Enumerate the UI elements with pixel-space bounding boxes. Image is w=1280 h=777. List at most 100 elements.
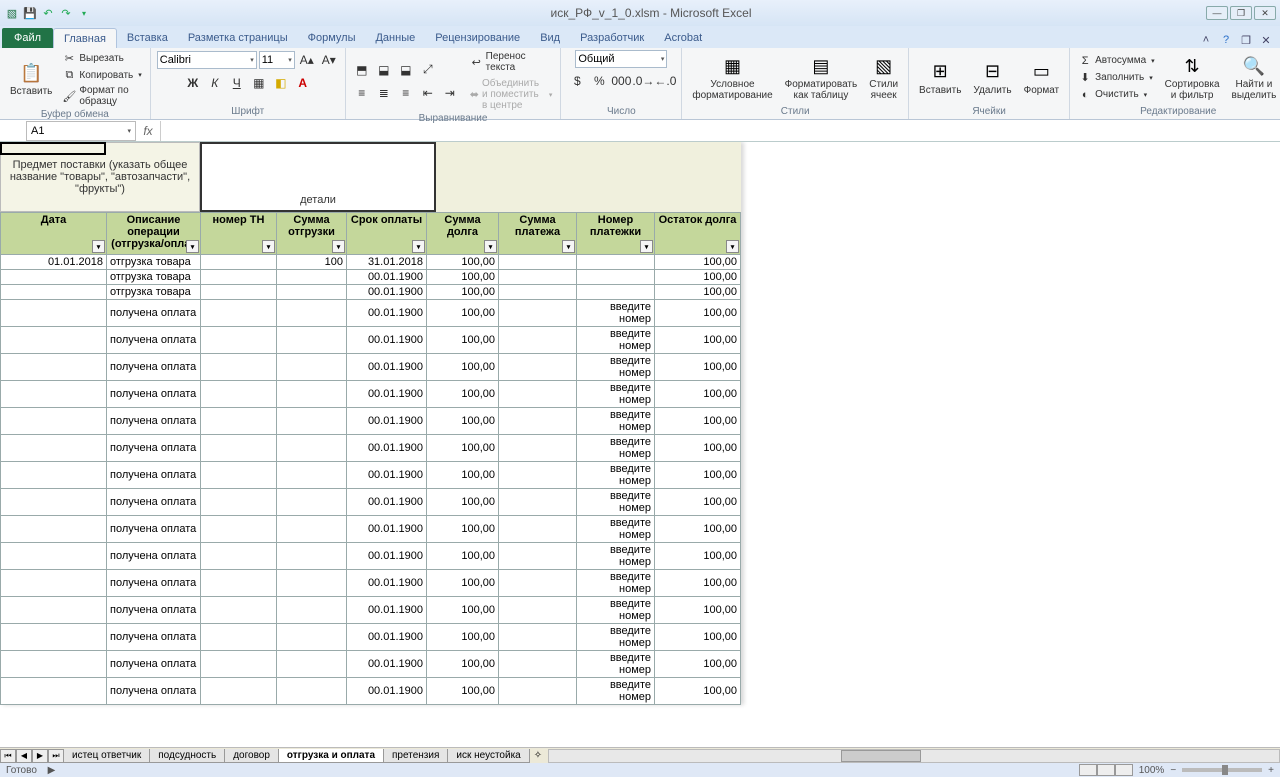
cell[interactable]: получена оплата	[107, 651, 201, 678]
filter-dropdown-icon[interactable]: ▾	[92, 240, 105, 253]
cell[interactable]	[1, 462, 107, 489]
cell[interactable]: 100,00	[655, 543, 741, 570]
copy-button[interactable]: ⧉Копировать▾	[60, 67, 143, 83]
merge-center-button[interactable]: ⬌Объединить и поместить в центре▾	[468, 77, 555, 112]
file-tab[interactable]: Файл	[2, 28, 53, 48]
cell[interactable]	[1, 570, 107, 597]
percent-icon[interactable]: %	[589, 71, 609, 91]
cell[interactable]	[499, 651, 577, 678]
maximize-button[interactable]: ❐	[1230, 6, 1252, 20]
cell[interactable]: 100,00	[655, 408, 741, 435]
filter-dropdown-icon[interactable]: ▾	[484, 240, 497, 253]
cell[interactable]: 100,00	[655, 516, 741, 543]
cell[interactable]	[201, 255, 277, 270]
font-name-select[interactable]: Calibri▾	[157, 51, 257, 69]
qat-dropdown-icon[interactable]: ▾	[76, 5, 92, 21]
cell[interactable]: 100,00	[427, 570, 499, 597]
sheet-tab[interactable]: истец ответчик	[63, 749, 150, 763]
cell[interactable]: получена оплата	[107, 624, 201, 651]
cell[interactable]	[201, 354, 277, 381]
cell[interactable]: 100,00	[655, 381, 741, 408]
cell[interactable]	[277, 285, 347, 300]
cell[interactable]	[499, 624, 577, 651]
cell[interactable]	[499, 354, 577, 381]
align-bottom-icon[interactable]: ⬓	[396, 60, 416, 80]
cell[interactable]: получена оплата	[107, 381, 201, 408]
cell[interactable]: 100,00	[427, 624, 499, 651]
name-box[interactable]: A1▾	[26, 121, 136, 141]
ribbon-tab-1[interactable]: Вставка	[117, 28, 178, 48]
cell[interactable]: 100,00	[427, 381, 499, 408]
table-row[interactable]: получена оплата00.01.1900100,00введите н…	[1, 408, 741, 435]
insert-cells-button[interactable]: ⊞Вставить	[915, 58, 965, 98]
cell[interactable]	[201, 678, 277, 705]
align-top-icon[interactable]: ⬒	[352, 60, 372, 80]
cell[interactable]: 00.01.1900	[347, 597, 427, 624]
cell[interactable]	[1, 651, 107, 678]
cell[interactable]	[277, 327, 347, 354]
cell[interactable]	[499, 327, 577, 354]
cell[interactable]	[277, 435, 347, 462]
scroll-thumb[interactable]	[841, 750, 921, 762]
increase-decimal-icon[interactable]: .0→	[633, 71, 653, 91]
cell[interactable]: 100,00	[427, 651, 499, 678]
number-format-select[interactable]: Общий▾	[575, 50, 667, 68]
border-icon[interactable]: ▦	[249, 73, 269, 93]
col-header[interactable]: Сумма долга▾	[427, 213, 499, 255]
cell[interactable]	[1, 354, 107, 381]
cell[interactable]	[201, 543, 277, 570]
cell[interactable]: введите номер	[577, 570, 655, 597]
cell[interactable]: 100,00	[655, 462, 741, 489]
tab-nav-last-icon[interactable]: ⏭	[48, 749, 64, 763]
cell[interactable]: 00.01.1900	[347, 543, 427, 570]
cell[interactable]: 00.01.1900	[347, 435, 427, 462]
cell[interactable]	[277, 489, 347, 516]
table-row[interactable]: получена оплата00.01.1900100,00введите н…	[1, 597, 741, 624]
cell[interactable]: введите номер	[577, 678, 655, 705]
zoom-level[interactable]: 100%	[1139, 765, 1165, 776]
cell[interactable]	[577, 270, 655, 285]
filter-dropdown-icon[interactable]: ▾	[726, 240, 739, 253]
cell[interactable]: получена оплата	[107, 462, 201, 489]
view-normal-icon[interactable]	[1079, 764, 1097, 776]
cell[interactable]	[499, 408, 577, 435]
format-painter-button[interactable]: 🖌Формат по образцу	[60, 84, 143, 108]
ribbon-tab-4[interactable]: Данные	[365, 28, 425, 48]
cell[interactable]	[201, 462, 277, 489]
cell[interactable]: 100,00	[427, 285, 499, 300]
table-row[interactable]: получена оплата00.01.1900100,00введите н…	[1, 327, 741, 354]
cell[interactable]	[1, 489, 107, 516]
clear-button[interactable]: ◐Очистить▾	[1076, 87, 1157, 103]
cell[interactable]	[1, 435, 107, 462]
cell[interactable]	[1, 516, 107, 543]
cell[interactable]: получена оплата	[107, 408, 201, 435]
cell[interactable]: введите номер	[577, 516, 655, 543]
sort-filter-button[interactable]: ⇅Сортировка и фильтр	[1161, 52, 1224, 103]
cell[interactable]: введите номер	[577, 543, 655, 570]
cell[interactable]	[201, 597, 277, 624]
sheet-tab[interactable]: договор	[224, 749, 279, 763]
table-row[interactable]: получена оплата00.01.1900100,00введите н…	[1, 678, 741, 705]
cell[interactable]: введите номер	[577, 408, 655, 435]
cell[interactable]	[1, 597, 107, 624]
cell[interactable]	[277, 543, 347, 570]
cell[interactable]: введите номер	[577, 489, 655, 516]
cell[interactable]: введите номер	[577, 462, 655, 489]
delete-cells-button[interactable]: ⊟Удалить	[969, 58, 1015, 98]
cell[interactable]: 100	[277, 255, 347, 270]
cell[interactable]	[201, 435, 277, 462]
cell[interactable]: введите номер	[577, 381, 655, 408]
cell[interactable]	[499, 381, 577, 408]
supply-subject-label[interactable]: Предмет поставки (указать общее название…	[0, 142, 200, 212]
fill-color-icon[interactable]: ◧	[271, 73, 291, 93]
increase-indent-icon[interactable]: ⇥	[440, 83, 460, 103]
ribbon-tab-2[interactable]: Разметка страницы	[178, 28, 298, 48]
cell[interactable]: 01.01.2018	[1, 255, 107, 270]
redo-icon[interactable]: ↷	[58, 5, 74, 21]
excel-icon[interactable]: ▧	[4, 5, 20, 21]
tab-nav-prev-icon[interactable]: ◀	[16, 749, 32, 763]
find-select-button[interactable]: 🔍Найти и выделить	[1228, 52, 1280, 103]
format-cells-button[interactable]: ▭Формат	[1020, 58, 1064, 98]
cell[interactable]: получена оплата	[107, 489, 201, 516]
cell[interactable]: 100,00	[655, 327, 741, 354]
